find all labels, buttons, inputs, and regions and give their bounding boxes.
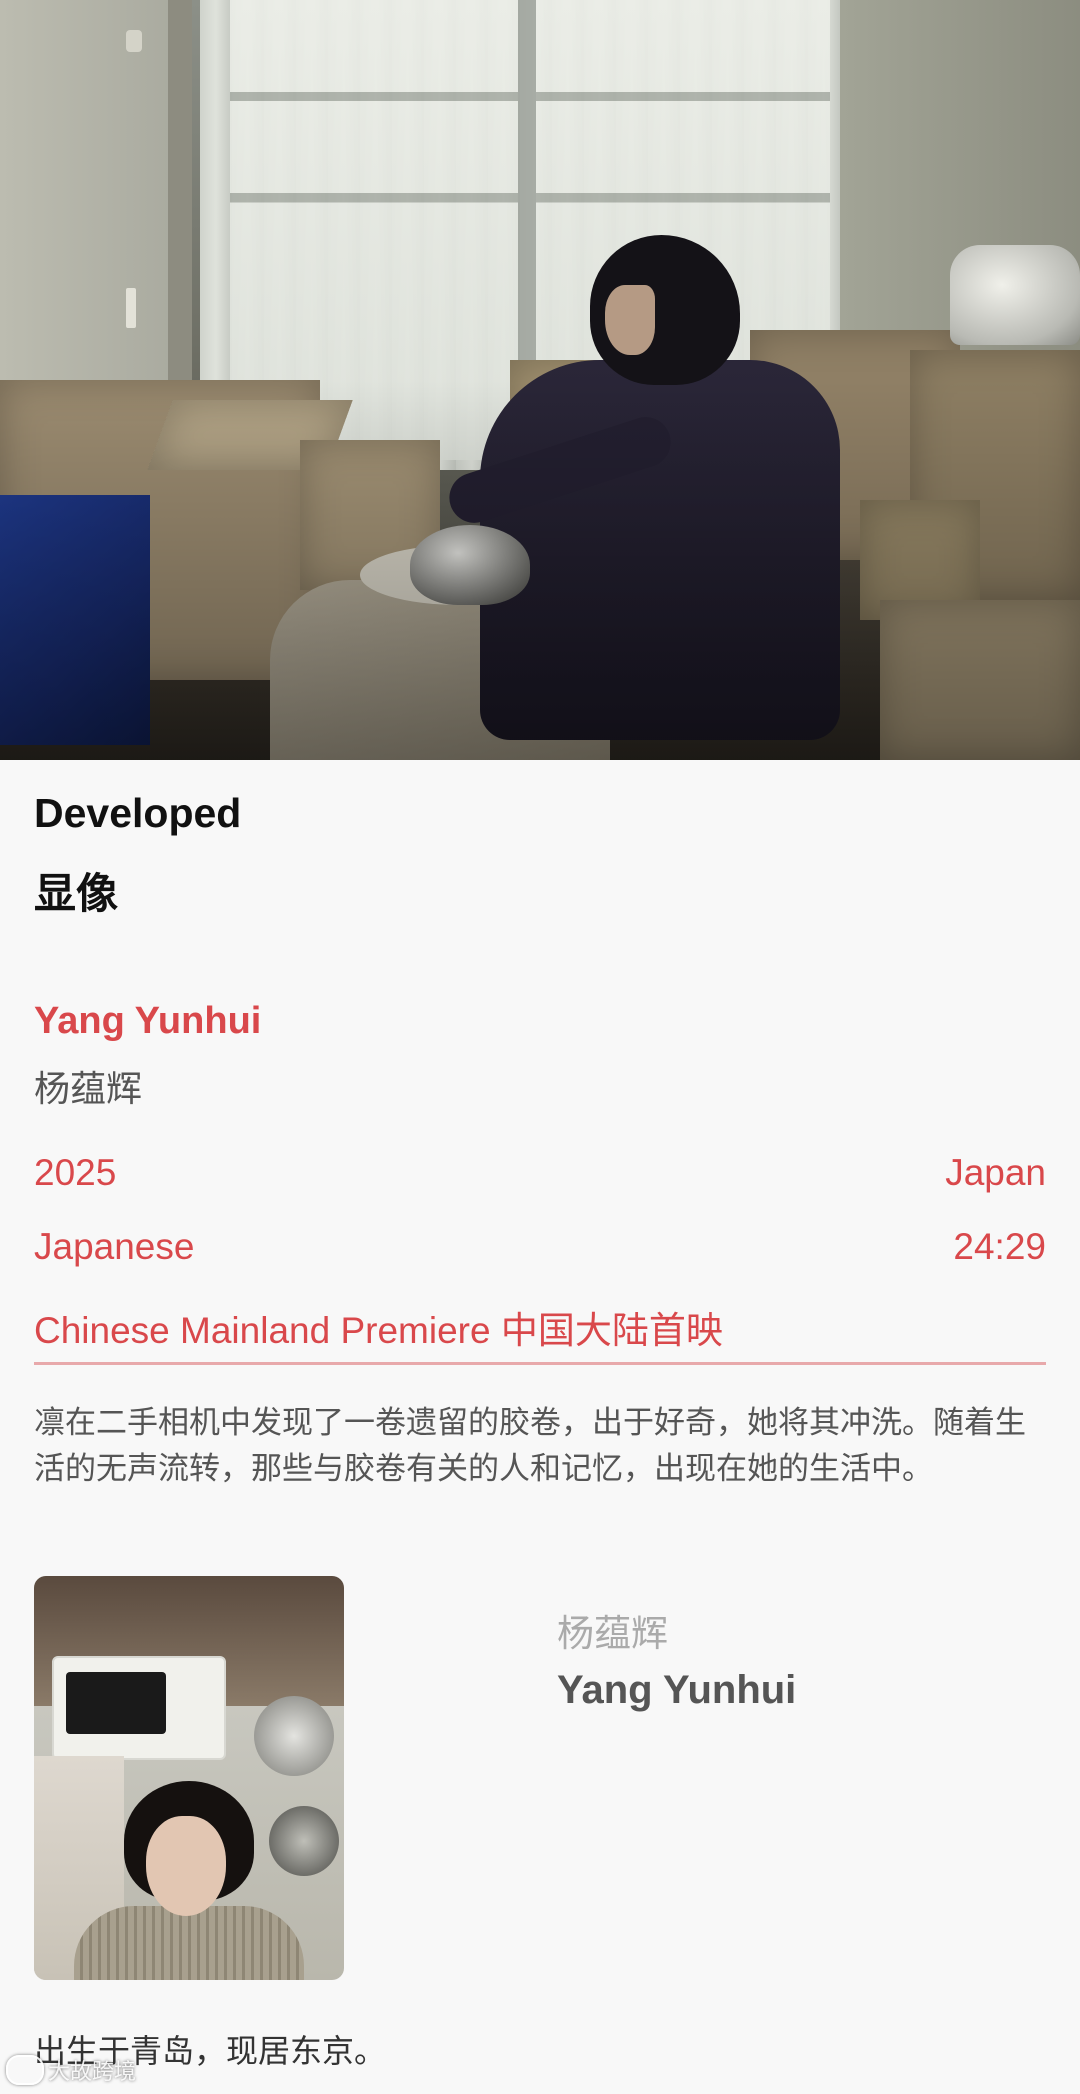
film-runtime: 24:29 [953, 1226, 1046, 1267]
director-name-en[interactable]: Yang Yunhui [34, 1000, 261, 1043]
portrait-person-body [74, 1906, 304, 1980]
director-portrait[interactable] [34, 1576, 344, 1980]
film-title-zh: 显像 [34, 870, 119, 917]
film-language: Japanese [34, 1226, 195, 1267]
director-card-name-en[interactable]: Yang Yunhui [557, 1668, 796, 1713]
film-still-image [0, 0, 1080, 760]
watermark-text: 大故跨境 [48, 2059, 137, 2084]
film-year: 2025 [34, 1152, 117, 1193]
film-synopsis: 凛在二手相机中发现了一卷遗留的胶卷，出于好奇，她将其冲洗。随着生活的无声流转，那… [34, 1405, 1026, 1486]
portrait-pan [254, 1696, 334, 1776]
film-title-en: Developed [34, 790, 242, 836]
portrait-person-face [146, 1816, 226, 1916]
watermark-logo-icon [6, 2055, 44, 2085]
director-card-name-zh: 杨蕴辉 [557, 1613, 668, 1654]
portrait-microwave-door [66, 1672, 166, 1734]
premiere-status: Chinese Mainland Premiere 中国大陆首映 [34, 1310, 723, 1351]
director-name-zh: 杨蕴辉 [34, 1068, 143, 1109]
film-detail-page: Developed 显像 Yang Yunhui 杨蕴辉 2025 Japan … [0, 0, 1080, 2094]
film-country: Japan [945, 1152, 1046, 1193]
scene-shading [0, 0, 1080, 760]
section-divider [34, 1362, 1046, 1365]
watermark: 大故跨境 [6, 2054, 136, 2086]
portrait-pan [269, 1806, 339, 1876]
